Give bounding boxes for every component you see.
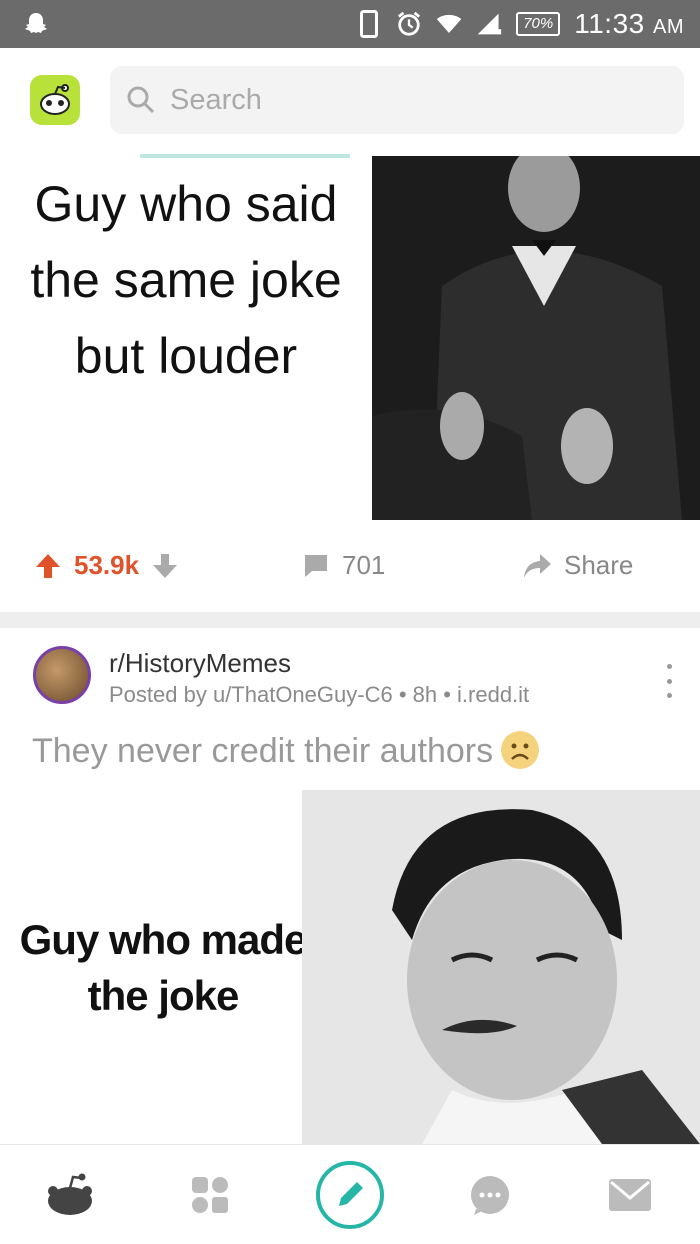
search-icon <box>127 86 155 114</box>
post2-card[interactable]: r/HistoryMemes Posted by u/ThatOneGuy-C6… <box>0 628 700 1144</box>
phone-icon <box>356 10 382 38</box>
clock-ampm: AM <box>653 16 684 38</box>
nav-home-button[interactable] <box>35 1165 105 1225</box>
subreddit-name[interactable]: r/HistoryMemes <box>109 648 291 679</box>
snapchat-icon <box>25 13 47 33</box>
search-input[interactable] <box>170 83 650 117</box>
vote-count: 53.9k <box>74 550 140 580</box>
signal-icon <box>476 11 502 37</box>
share-icon <box>524 553 551 578</box>
share-label: Share <box>564 550 634 580</box>
sad-emoji-icon <box>501 731 540 770</box>
nav-chat-button[interactable] <box>455 1165 525 1225</box>
search-bar[interactable] <box>110 66 684 134</box>
nav-inbox-button[interactable] <box>595 1165 665 1225</box>
snoo-icon <box>48 1173 92 1215</box>
post-title[interactable]: They never credit their authors <box>32 731 540 772</box>
grid-icon <box>192 1177 228 1213</box>
post1-photo <box>372 156 700 520</box>
vote-group: 53.9k <box>34 550 179 581</box>
comment-icon <box>305 554 327 577</box>
wifi-icon <box>436 11 462 37</box>
scroll-indicator <box>140 154 350 158</box>
post-divider <box>0 612 700 628</box>
nav-create-post-button[interactable] <box>315 1161 385 1229</box>
comments-button[interactable]: 701 <box>302 550 385 581</box>
post1-meme-caption: Guy who said the same joke but louder <box>30 176 342 384</box>
post2-meme-caption: Guy who made the joke <box>19 916 308 1019</box>
clock-time: 11:33 <box>574 8 645 39</box>
downvote-icon[interactable] <box>151 552 179 580</box>
mail-icon <box>609 1179 651 1211</box>
bottom-navigation <box>0 1144 700 1244</box>
post1-action-bar: 53.9k 701 Share <box>0 520 700 612</box>
post2-image[interactable]: Guy who made the joke <box>0 790 700 1144</box>
post1-image[interactable]: Guy who said the same joke but louder <box>0 156 700 520</box>
post-meta: Posted by u/ThatOneGuy-C6 • 8h • i.redd.… <box>109 682 530 707</box>
subreddit-avatar[interactable] <box>33 646 91 704</box>
chat-icon <box>471 1176 509 1215</box>
status-bar: 70% 11:33 AM <box>0 0 700 48</box>
pencil-icon <box>316 1161 384 1229</box>
app-header <box>0 48 700 156</box>
alarm-icon <box>396 11 422 37</box>
post-title-text: They never credit their authors <box>32 732 494 770</box>
share-button[interactable]: Share <box>522 550 633 581</box>
post2-photo <box>302 790 700 1144</box>
upvote-icon[interactable] <box>34 552 62 580</box>
more-options-icon[interactable] <box>662 664 676 698</box>
comment-count: 701 <box>342 550 386 580</box>
nav-communities-button[interactable] <box>175 1165 245 1225</box>
clock: 11:33 AM <box>574 8 684 40</box>
reddit-logo-icon[interactable] <box>30 75 80 125</box>
battery-indicator: 70% <box>516 12 561 36</box>
